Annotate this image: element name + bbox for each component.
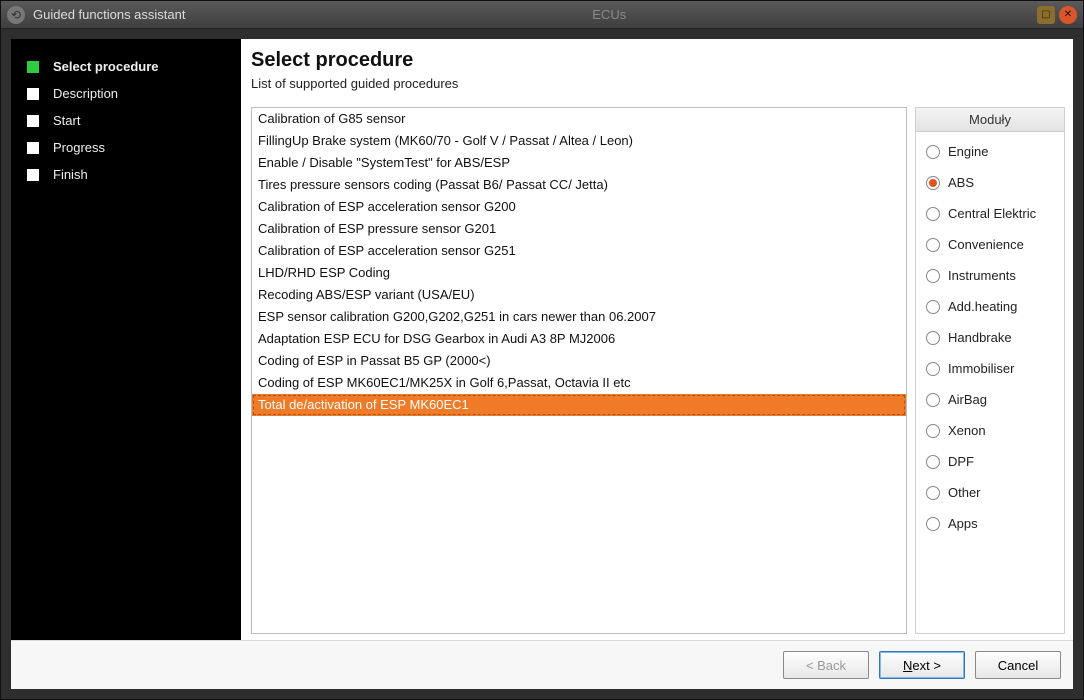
step-description[interactable]: Description — [27, 80, 231, 107]
step-finish[interactable]: Finish — [27, 161, 231, 188]
client-inner: Select procedure Description Start Progr… — [11, 39, 1073, 640]
module-radio[interactable]: Engine — [920, 136, 1060, 167]
procedure-item[interactable]: Total de/activation of ESP MK60EC1 — [252, 394, 906, 416]
module-radio-label: ABS — [948, 175, 974, 190]
procedure-item[interactable]: ESP sensor calibration G200,G202,G251 in… — [252, 306, 906, 328]
procedure-item[interactable]: Coding of ESP in Passat B5 GP (2000<) — [252, 350, 906, 372]
page-subtitle: List of supported guided procedures — [251, 76, 1065, 91]
procedure-item[interactable]: Tires pressure sensors coding (Passat B6… — [252, 174, 906, 196]
step-progress[interactable]: Progress — [27, 134, 231, 161]
procedure-item[interactable]: Calibration of G85 sensor — [252, 108, 906, 130]
module-radio-label: Central Elektric — [948, 206, 1036, 221]
radio-icon — [926, 300, 940, 314]
module-radio[interactable]: Instruments — [920, 260, 1060, 291]
step-label: Description — [53, 86, 118, 101]
module-radio-label: Xenon — [948, 423, 986, 438]
radio-icon — [926, 145, 940, 159]
main-panel: Select procedure List of supported guide… — [241, 39, 1073, 640]
window-title: Guided functions assistant — [33, 7, 185, 22]
procedure-item[interactable]: Calibration of ESP acceleration sensor G… — [252, 196, 906, 218]
module-radio-label: AirBag — [948, 392, 987, 407]
radio-icon — [926, 486, 940, 500]
step-status-icon — [27, 169, 39, 181]
module-radio-label: Immobiliser — [948, 361, 1014, 376]
step-label: Select procedure — [53, 59, 159, 74]
step-status-icon — [27, 61, 39, 73]
module-radio-label: Add.heating — [948, 299, 1017, 314]
procedure-item[interactable]: Coding of ESP MK60EC1/MK25X in Golf 6,Pa… — [252, 372, 906, 394]
procedure-item[interactable]: Enable / Disable "SystemTest" for ABS/ES… — [252, 152, 906, 174]
radio-icon — [926, 176, 940, 190]
module-radio-label: Engine — [948, 144, 988, 159]
next-button[interactable]: Next > — [879, 651, 965, 679]
module-radio-label: DPF — [948, 454, 974, 469]
module-radio[interactable]: Xenon — [920, 415, 1060, 446]
radio-icon — [926, 455, 940, 469]
step-label: Finish — [53, 167, 88, 182]
module-radio[interactable]: Immobiliser — [920, 353, 1060, 384]
module-radio[interactable]: AirBag — [920, 384, 1060, 415]
client-area: Select procedure Description Start Progr… — [11, 39, 1073, 689]
modules-options: Engine ABS Central Elektric Convenience Inst… — [916, 132, 1064, 543]
step-label: Progress — [53, 140, 105, 155]
modules-panel: Moduły Engine ABS Central Elektric Convenie… — [915, 107, 1065, 634]
titlebar-center-label: ECUs — [592, 7, 626, 22]
wizard-sidebar: Select procedure Description Start Progr… — [11, 39, 241, 640]
titlebar: ⟲ Guided functions assistant ECUs ▢ ✕ — [1, 1, 1083, 29]
wizard-footer: < Back Next > Cancel — [11, 640, 1073, 689]
procedure-list[interactable]: Calibration of G85 sensorFillingUp Brake… — [251, 107, 907, 634]
module-radio[interactable]: Central Elektric — [920, 198, 1060, 229]
app-icon: ⟲ — [7, 6, 25, 24]
back-button[interactable]: < Back — [783, 651, 869, 679]
cancel-button[interactable]: Cancel — [975, 651, 1061, 679]
module-radio-label: Other — [948, 485, 981, 500]
module-radio[interactable]: Other — [920, 477, 1060, 508]
module-radio-label: Convenience — [948, 237, 1024, 252]
module-radio[interactable]: DPF — [920, 446, 1060, 477]
step-status-icon — [27, 88, 39, 100]
procedure-item[interactable]: Adaptation ESP ECU for DSG Gearbox in Au… — [252, 328, 906, 350]
app-window: ⟲ Guided functions assistant ECUs ▢ ✕ Se… — [0, 0, 1084, 700]
maximize-icon[interactable]: ▢ — [1037, 6, 1055, 24]
page-title: Select procedure — [251, 49, 1065, 72]
radio-icon — [926, 362, 940, 376]
radio-icon — [926, 238, 940, 252]
procedure-item[interactable]: FillingUp Brake system (MK60/70 - Golf V… — [252, 130, 906, 152]
close-icon[interactable]: ✕ — [1059, 6, 1077, 24]
modules-header: Moduły — [916, 108, 1064, 132]
radio-icon — [926, 393, 940, 407]
module-radio-label: Instruments — [948, 268, 1016, 283]
procedure-item[interactable]: Calibration of ESP acceleration sensor G… — [252, 240, 906, 262]
step-status-icon — [27, 115, 39, 127]
module-radio-label: Handbrake — [948, 330, 1012, 345]
module-radio-label: Apps — [948, 516, 978, 531]
radio-icon — [926, 424, 940, 438]
module-radio[interactable]: Convenience — [920, 229, 1060, 260]
module-radio[interactable]: Add.heating — [920, 291, 1060, 322]
procedure-item[interactable]: Recoding ABS/ESP variant (USA/EU) — [252, 284, 906, 306]
procedure-item[interactable]: Calibration of ESP pressure sensor G201 — [252, 218, 906, 240]
module-radio[interactable]: ABS — [920, 167, 1060, 198]
radio-icon — [926, 517, 940, 531]
radio-icon — [926, 207, 940, 221]
step-status-icon — [27, 142, 39, 154]
step-select-procedure[interactable]: Select procedure — [27, 53, 231, 80]
module-radio[interactable]: Apps — [920, 508, 1060, 539]
step-label: Start — [53, 113, 80, 128]
step-start[interactable]: Start — [27, 107, 231, 134]
procedure-item[interactable]: LHD/RHD ESP Coding — [252, 262, 906, 284]
content-row: Calibration of G85 sensorFillingUp Brake… — [251, 107, 1065, 634]
radio-icon — [926, 269, 940, 283]
module-radio[interactable]: Handbrake — [920, 322, 1060, 353]
radio-icon — [926, 331, 940, 345]
